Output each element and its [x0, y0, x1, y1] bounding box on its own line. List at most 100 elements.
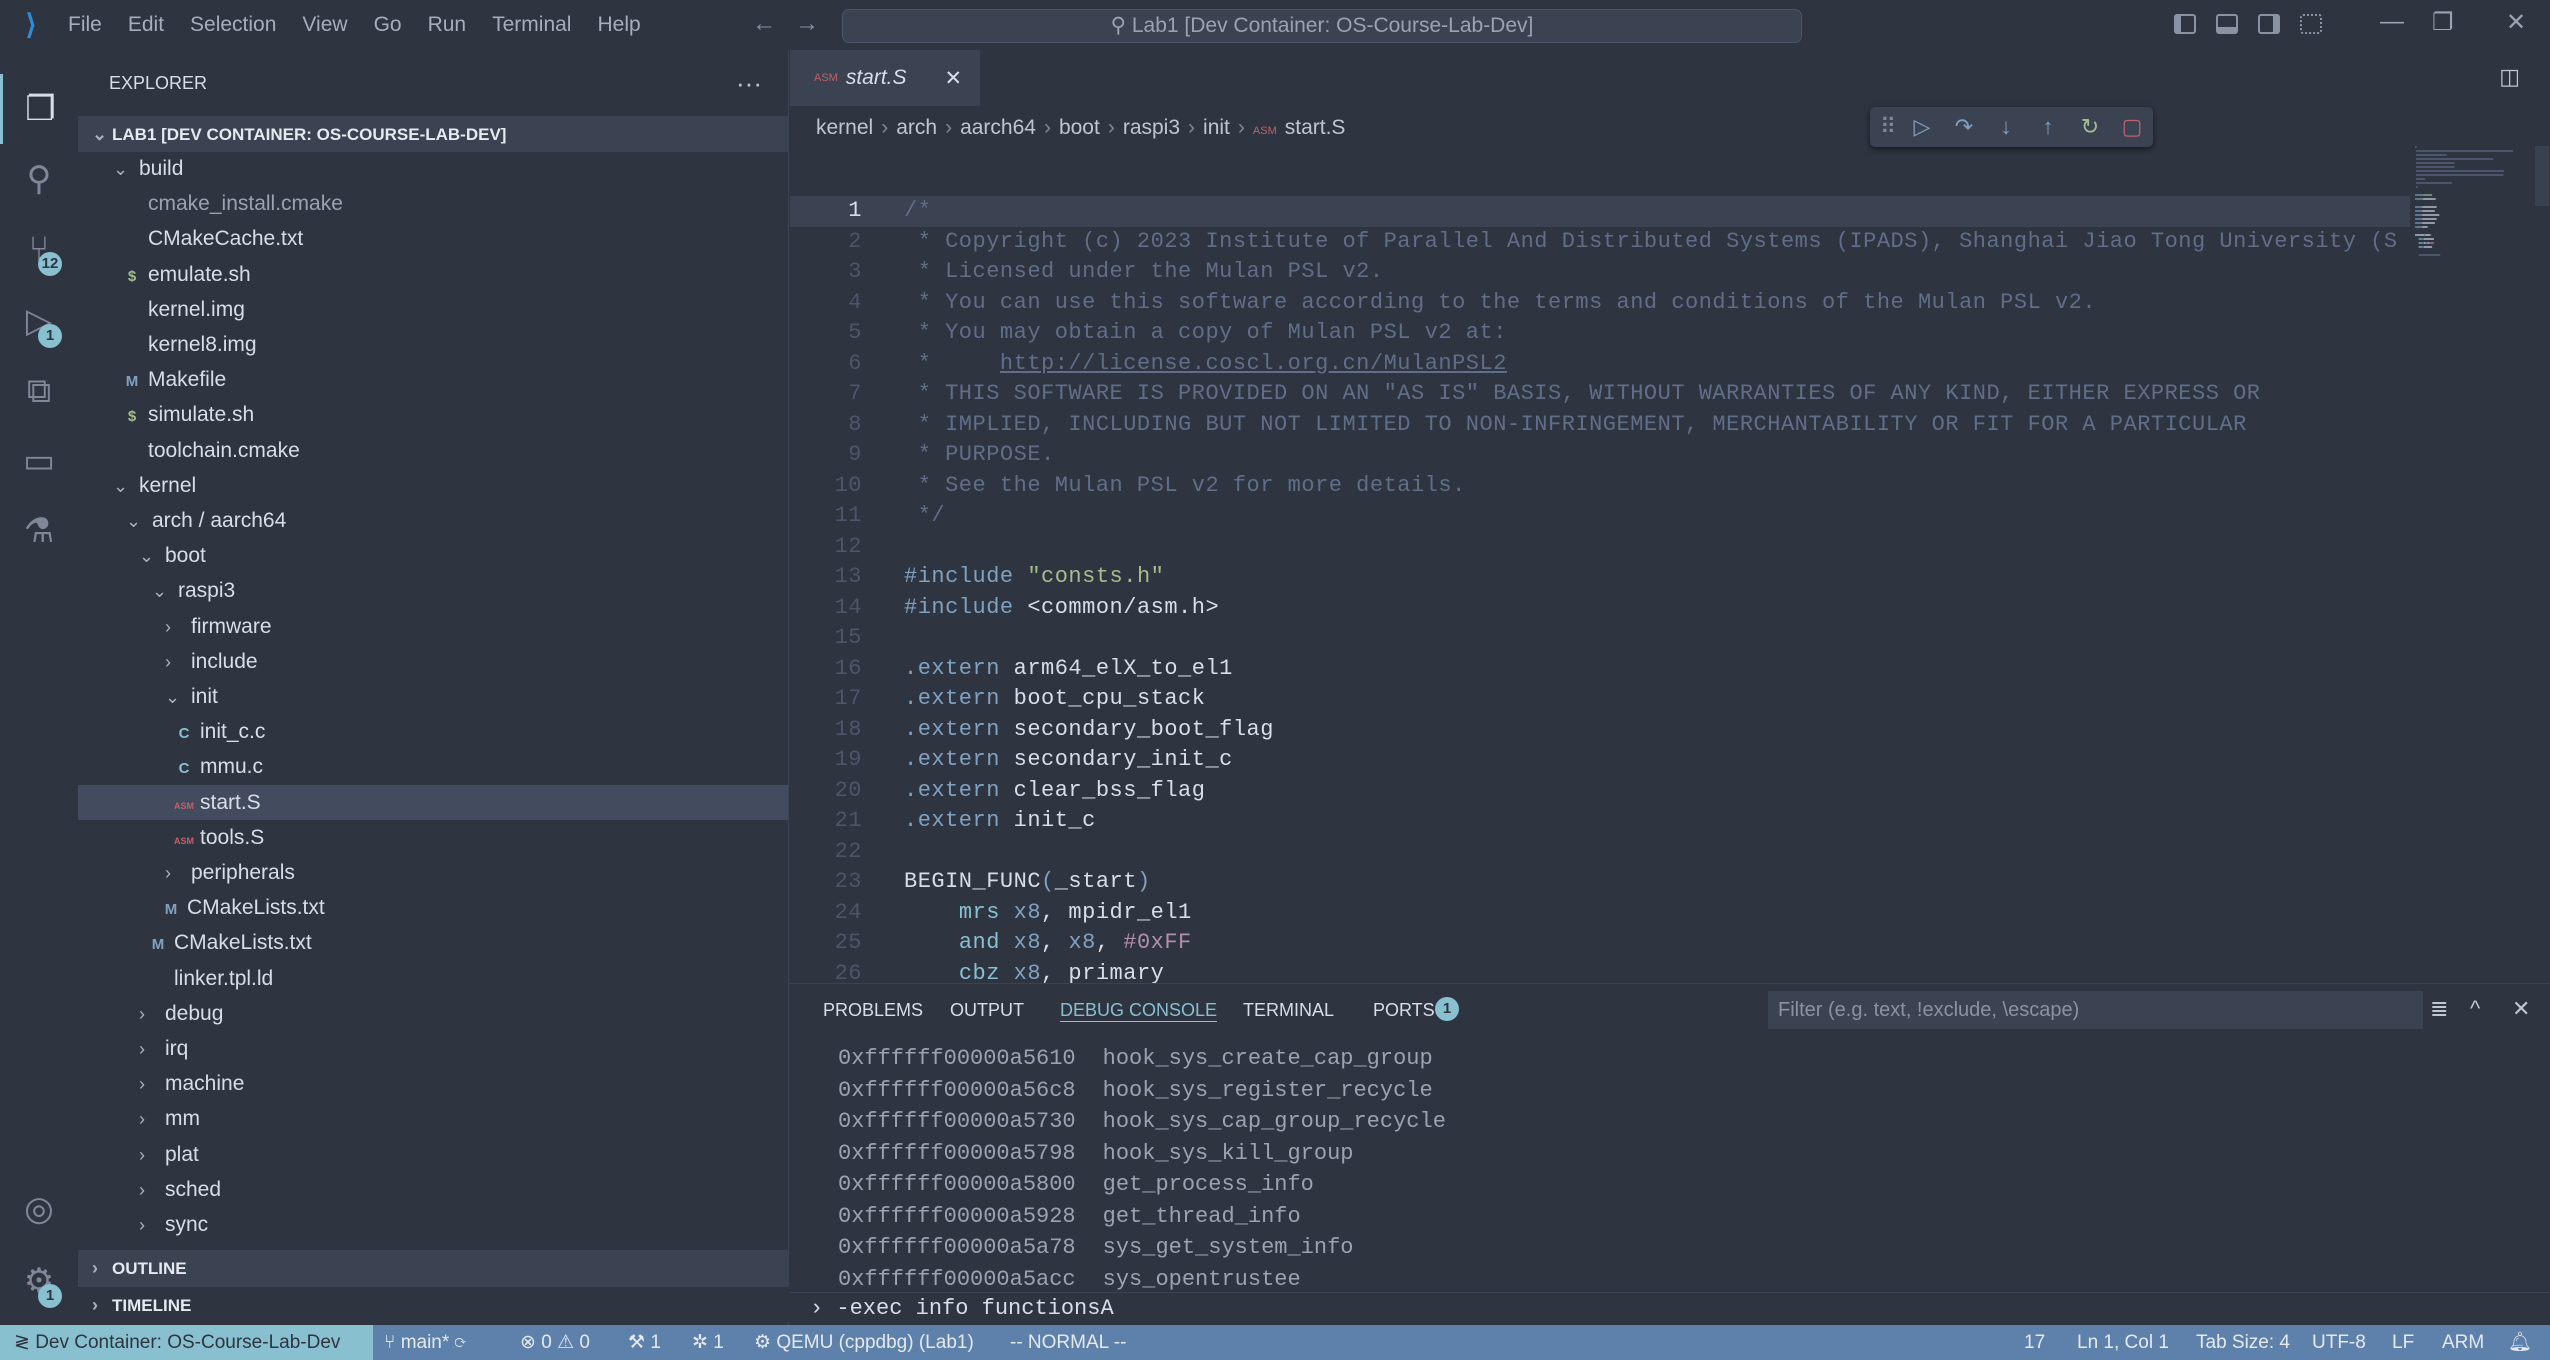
restart-icon[interactable]: ↻ — [2076, 114, 2104, 140]
tab-ports[interactable]: PORTS — [1373, 1000, 1435, 1021]
ports-indicator[interactable]: ⚒ 1 — [628, 1325, 661, 1360]
workspace-root-header[interactable]: ⌄ LAB1 [DEV CONTAINER: OS-COURSE-LAB-DEV] — [78, 116, 788, 152]
tree-folder[interactable]: ⌄ boot — [78, 538, 788, 573]
tree-file[interactable]: M CMakeLists.txt — [78, 890, 788, 925]
menu-run[interactable]: Run — [428, 13, 467, 37]
step-out-icon[interactable]: ↑ — [2034, 114, 2062, 140]
breadcrumb-item[interactable]: aarch64 — [960, 116, 1036, 139]
tree-file[interactable]: M Makefile — [78, 362, 788, 397]
tree-file[interactable]: CMakeCache.txt — [78, 221, 788, 256]
split-editor-icon[interactable]: ◫ — [2499, 64, 2520, 90]
code-editor[interactable]: 1 /* 2 * Copyright (c) 2023 Institute of P… — [790, 196, 2410, 986]
back-arrow-icon[interactable]: ← — [752, 10, 776, 38]
breadcrumb-item[interactable]: kernel — [816, 116, 873, 139]
tree-folder[interactable]: › include — [78, 644, 788, 679]
code-token[interactable]: http://license.coscl.org.cn/MulanPSL2 — [1000, 351, 1507, 376]
tab-output[interactable]: OUTPUT — [950, 1000, 1024, 1021]
tree-file[interactable]: ASM start.S — [78, 784, 788, 820]
problems-indicator[interactable]: ⊗ 0 ⚠ 0 — [520, 1325, 590, 1360]
menu-edit[interactable]: Edit — [128, 13, 164, 37]
menu-selection[interactable]: Selection — [190, 13, 276, 37]
editor-scrollbar[interactable] — [2535, 146, 2549, 206]
menu-terminal[interactable]: Terminal — [492, 13, 571, 37]
continue-icon[interactable]: ▷ — [1908, 114, 1936, 140]
account-icon[interactable]: ◎ — [0, 1174, 78, 1244]
outline-section[interactable]: › OUTLINE — [78, 1250, 789, 1286]
maximize-panel-icon[interactable]: ^ — [2470, 996, 2480, 1022]
debug-console-input[interactable]: › -exec info functionsA — [790, 1292, 2550, 1326]
more-actions-icon[interactable]: ··· — [736, 68, 762, 99]
close-panel-icon[interactable]: ✕ — [2512, 996, 2530, 1022]
search-icon[interactable]: ⚲ — [0, 144, 78, 214]
menu-go[interactable]: Go — [374, 13, 402, 37]
tree-file[interactable]: linker.tpl.ld — [78, 961, 788, 996]
settings-gear-icon[interactable]: ⚙ 1 — [0, 1246, 78, 1316]
tree-file[interactable]: ASM tools.S — [78, 820, 788, 855]
breadcrumb-item[interactable]: arch — [896, 116, 937, 139]
tree-folder[interactable]: ⌄ build — [78, 152, 788, 186]
tree-folder[interactable]: › peripherals — [78, 855, 788, 890]
testing-icon[interactable]: ⚗ — [0, 496, 78, 566]
language-mode[interactable]: ARM — [2442, 1325, 2484, 1360]
tree-folder[interactable]: › plat — [78, 1137, 788, 1172]
source-control-icon[interactable]: ⑂ 12 — [0, 214, 78, 284]
tree-folder[interactable]: › irq — [78, 1031, 788, 1066]
stop-icon[interactable]: ▢ — [2118, 114, 2146, 140]
tree-folder[interactable]: › sync — [78, 1207, 788, 1242]
breadcrumb-item[interactable]: start.S — [1285, 116, 1346, 139]
launch-config[interactable]: ⚙ QEMU (cppdbg) (Lab1) — [754, 1325, 974, 1360]
tree-file[interactable]: Cinit_c.c — [78, 714, 788, 749]
menu-help[interactable]: Help — [597, 13, 640, 37]
tree-folder[interactable]: › mm — [78, 1101, 788, 1136]
step-into-icon[interactable]: ↓ — [1992, 114, 2020, 140]
drag-handle-icon[interactable]: ⠿ — [1880, 114, 1896, 140]
timeline-section[interactable]: › TIMELINE — [78, 1286, 789, 1322]
tree-folder[interactable]: › debug — [78, 996, 788, 1031]
tree-file[interactable]: kernel8.img — [78, 327, 788, 362]
tree-file[interactable]: cmake_install.cmake — [78, 186, 788, 221]
tree-file[interactable]: kernel.img — [78, 292, 788, 327]
remote-explorer-icon[interactable]: ▭ — [0, 426, 78, 496]
tree-folder[interactable]: ⌄ raspi3 — [78, 573, 788, 608]
toggle-primary-sidebar-icon[interactable] — [2174, 14, 2196, 34]
step-over-icon[interactable]: ↷ — [1950, 114, 1978, 140]
clear-console-icon[interactable]: ≣ — [2430, 996, 2448, 1022]
forward-arrow-icon[interactable]: → — [795, 10, 819, 38]
tree-file[interactable]: $ simulate.sh — [78, 397, 788, 432]
restore-icon[interactable]: ❐ — [2432, 8, 2454, 37]
breadcrumb-item[interactable]: boot — [1059, 116, 1100, 139]
toggle-secondary-sidebar-icon[interactable] — [2258, 14, 2280, 34]
menu-file[interactable]: File — [68, 13, 102, 37]
run-debug-icon[interactable]: ▷ 1 — [0, 286, 78, 356]
command-center-search[interactable]: ⚲ Lab1 [Dev Container: OS-Course-Lab-Dev… — [842, 9, 1802, 43]
customize-layout-icon[interactable] — [2300, 14, 2322, 34]
tree-folder[interactable]: › machine — [78, 1066, 788, 1101]
explorer-icon[interactable]: ❐ — [0, 74, 78, 144]
extensions-icon[interactable]: ⧉ — [0, 356, 78, 426]
debug-sessions-indicator[interactable]: ✲ 1 — [692, 1325, 724, 1360]
minimap[interactable] — [2415, 146, 2535, 346]
tree-folder[interactable]: ⌄ init — [78, 679, 788, 714]
filter-input[interactable]: Filter (e.g. text, !exclude, \escape) — [1768, 991, 2423, 1029]
close-window-icon[interactable]: ✕ — [2506, 8, 2526, 37]
close-tab-icon[interactable]: ✕ — [945, 66, 963, 91]
notifications-bell-icon[interactable]: 🔔︎ — [2508, 1325, 2532, 1360]
tree-file[interactable]: $ emulate.sh — [78, 257, 788, 292]
tree-file[interactable]: toolchain.cmake — [78, 433, 788, 468]
minimize-icon[interactable]: — — [2380, 8, 2404, 36]
eol[interactable]: LF — [2392, 1325, 2414, 1360]
tab-problems[interactable]: PROBLEMS — [823, 1000, 923, 1021]
branch-indicator[interactable]: ⑂ main* ⟳ — [384, 1325, 466, 1360]
tree-file[interactable]: Cmmu.c — [78, 749, 788, 784]
encoding[interactable]: UTF-8 — [2312, 1325, 2366, 1360]
tree-file[interactable]: M CMakeLists.txt — [78, 925, 788, 960]
tree-folder[interactable]: › firmware — [78, 609, 788, 644]
tab-start-s[interactable]: ASM start.S ✕ — [790, 50, 980, 106]
tab-terminal[interactable]: TERMINAL — [1243, 1000, 1334, 1021]
tree-folder[interactable]: ⌄ kernel — [78, 468, 788, 503]
toggle-panel-icon[interactable] — [2216, 14, 2238, 34]
selection-count[interactable]: 17 — [2024, 1325, 2045, 1360]
tab-size[interactable]: Tab Size: 4 — [2196, 1325, 2290, 1360]
remote-indicator[interactable]: ≷ Dev Container: OS-Course-Lab-Dev — [0, 1325, 373, 1360]
cursor-position[interactable]: Ln 1, Col 1 — [2077, 1325, 2169, 1360]
